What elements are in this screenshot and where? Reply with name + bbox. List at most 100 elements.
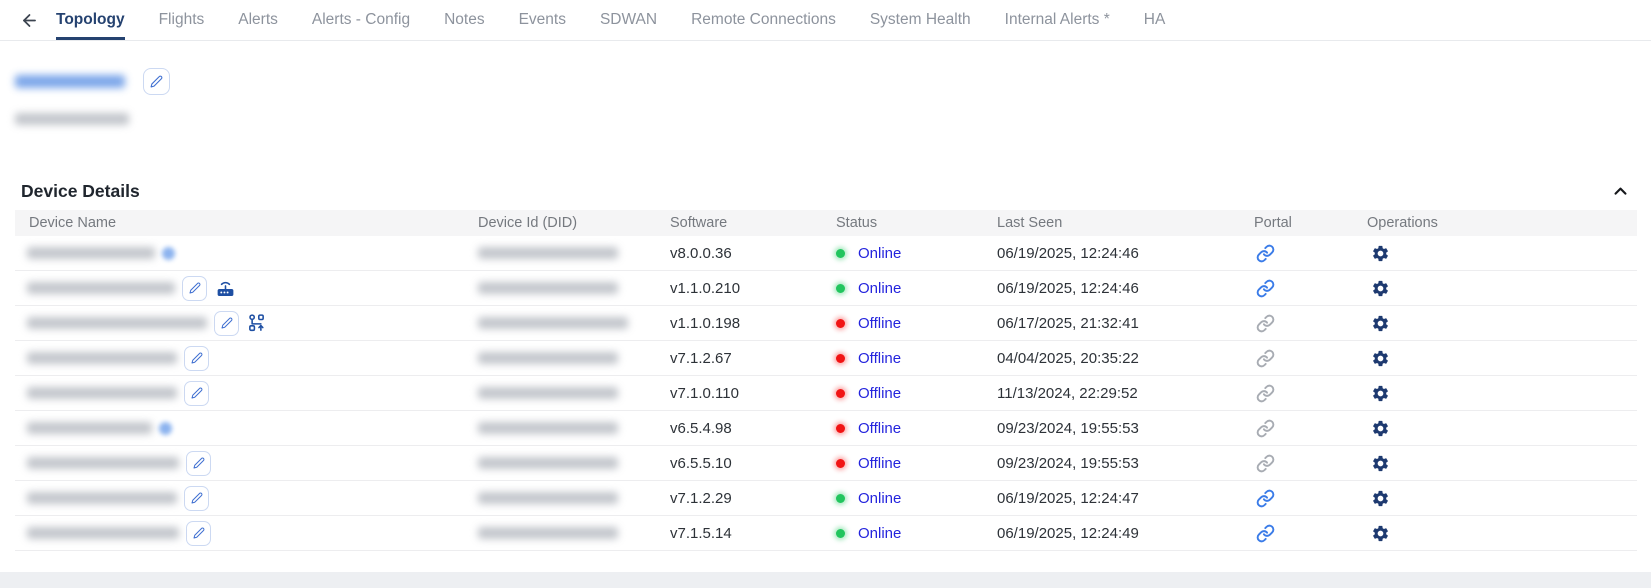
device-edit-button[interactable] [214, 311, 239, 336]
status-link[interactable]: Offline [858, 455, 901, 472]
gear-icon[interactable] [1371, 244, 1390, 263]
table-row: v7.1.2.29 Online 06/19/2025, 12:24:47 [15, 481, 1637, 516]
status-link[interactable]: Online [858, 525, 901, 542]
gear-icon[interactable] [1371, 454, 1390, 473]
software-cell: v7.1.0.110 [664, 385, 830, 402]
device-edit-button[interactable] [184, 381, 209, 406]
device-name-redacted [27, 247, 155, 259]
tab-topology[interactable]: Topology [56, 0, 125, 40]
column-header: Portal [1248, 215, 1361, 231]
status-link[interactable]: Online [858, 490, 901, 507]
tab-internal-alerts[interactable]: Internal Alerts * [1005, 0, 1110, 40]
tab-remote-connections[interactable]: Remote Connections [691, 0, 836, 40]
device-edit-button[interactable] [184, 346, 209, 371]
device-id-redacted [478, 527, 618, 539]
device-name-redacted [27, 282, 175, 294]
tab-bar: Topology Flights Alerts Alerts - Config Note… [56, 0, 1165, 40]
gear-icon[interactable] [1371, 524, 1390, 543]
topology-icon [246, 313, 267, 334]
status-link[interactable]: Offline [858, 385, 901, 402]
column-header: Operations [1361, 215, 1637, 231]
status-cell: Online [830, 525, 991, 542]
gear-icon[interactable] [1371, 489, 1390, 508]
table-row: v6.5.5.10 Offline 09/23/2024, 19:55:53 [15, 446, 1637, 481]
gear-icon[interactable] [1371, 314, 1390, 333]
pencil-icon [193, 527, 205, 539]
table-row: v6.5.4.98 Offline 09/23/2024, 19:55:53 [15, 411, 1637, 446]
gear-icon[interactable] [1371, 349, 1390, 368]
device-id-cell [472, 352, 664, 364]
software-cell: v8.0.0.36 [664, 245, 830, 262]
status-cell: Offline [830, 385, 991, 402]
site-edit-button[interactable] [143, 68, 170, 95]
gear-icon[interactable] [1371, 419, 1390, 438]
status-dot [836, 284, 845, 293]
portal-cell [1248, 524, 1361, 543]
link-icon [1256, 419, 1275, 438]
link-icon[interactable] [1256, 489, 1275, 508]
portal-cell [1248, 489, 1361, 508]
back-button[interactable] [12, 0, 46, 40]
device-id-cell [472, 422, 664, 434]
tab-alerts[interactable]: Alerts [238, 0, 278, 40]
site-name-link-redacted[interactable] [15, 75, 125, 88]
last-seen-cell: 04/04/2025, 20:35:22 [991, 350, 1248, 367]
status-link[interactable]: Online [858, 245, 901, 262]
device-name-cell [15, 381, 472, 406]
link-icon[interactable] [1256, 279, 1275, 298]
device-edit-button[interactable] [184, 486, 209, 511]
device-id-cell [472, 527, 664, 539]
software-cell: v7.1.2.29 [664, 490, 830, 507]
status-link[interactable]: Online [858, 280, 901, 297]
portal-cell [1248, 454, 1361, 473]
site-header [15, 68, 170, 130]
device-name-cell [15, 422, 472, 435]
table-header-row: Device NameDevice Id (DID)SoftwareStatus… [15, 210, 1637, 236]
status-cell: Offline [830, 455, 991, 472]
gear-icon[interactable] [1371, 384, 1390, 403]
status-dot [836, 354, 845, 363]
status-cell: Online [830, 245, 991, 262]
pencil-icon [189, 282, 201, 294]
pencil-icon [191, 352, 203, 364]
info-dot-icon [162, 247, 175, 260]
software-cell: v1.1.0.198 [664, 315, 830, 332]
device-edit-button[interactable] [186, 451, 211, 476]
tab-events[interactable]: Events [519, 0, 566, 40]
software-cell: v6.5.5.10 [664, 455, 830, 472]
portal-cell [1248, 279, 1361, 298]
device-edit-button[interactable] [186, 521, 211, 546]
tab-sdwan[interactable]: SDWAN [600, 0, 657, 40]
device-edit-button[interactable] [182, 276, 207, 301]
tab-system-health[interactable]: System Health [870, 0, 971, 40]
column-header: Status [830, 215, 991, 231]
status-dot [836, 249, 845, 258]
collapse-section-button[interactable] [1612, 183, 1629, 200]
device-id-cell [472, 282, 664, 294]
tab-ha[interactable]: HA [1144, 0, 1166, 40]
operations-cell [1361, 349, 1637, 368]
operations-cell [1361, 524, 1637, 543]
device-name-redacted [27, 457, 179, 469]
portal-cell [1248, 314, 1361, 333]
last-seen-cell: 11/13/2024, 22:29:52 [991, 385, 1248, 402]
last-seen-cell: 06/19/2025, 12:24:47 [991, 490, 1248, 507]
table-row: v1.1.0.198 Offline 06/17/2025, 21:32:41 [15, 306, 1637, 341]
tab-alerts-config[interactable]: Alerts - Config [312, 0, 410, 40]
tab-flights[interactable]: Flights [159, 0, 205, 40]
status-link[interactable]: Offline [858, 350, 901, 367]
link-icon[interactable] [1256, 524, 1275, 543]
status-link[interactable]: Offline [858, 420, 901, 437]
tab-notes[interactable]: Notes [444, 0, 485, 40]
section-title: Device Details [15, 181, 140, 202]
software-cell: v7.1.2.67 [664, 350, 830, 367]
link-icon [1256, 384, 1275, 403]
link-icon[interactable] [1256, 244, 1275, 263]
device-id-redacted [478, 247, 618, 259]
link-icon [1256, 349, 1275, 368]
gear-icon[interactable] [1371, 279, 1390, 298]
device-id-cell [472, 457, 664, 469]
status-link[interactable]: Offline [858, 315, 901, 332]
device-id-redacted [478, 492, 618, 504]
device-name-redacted [27, 422, 152, 434]
